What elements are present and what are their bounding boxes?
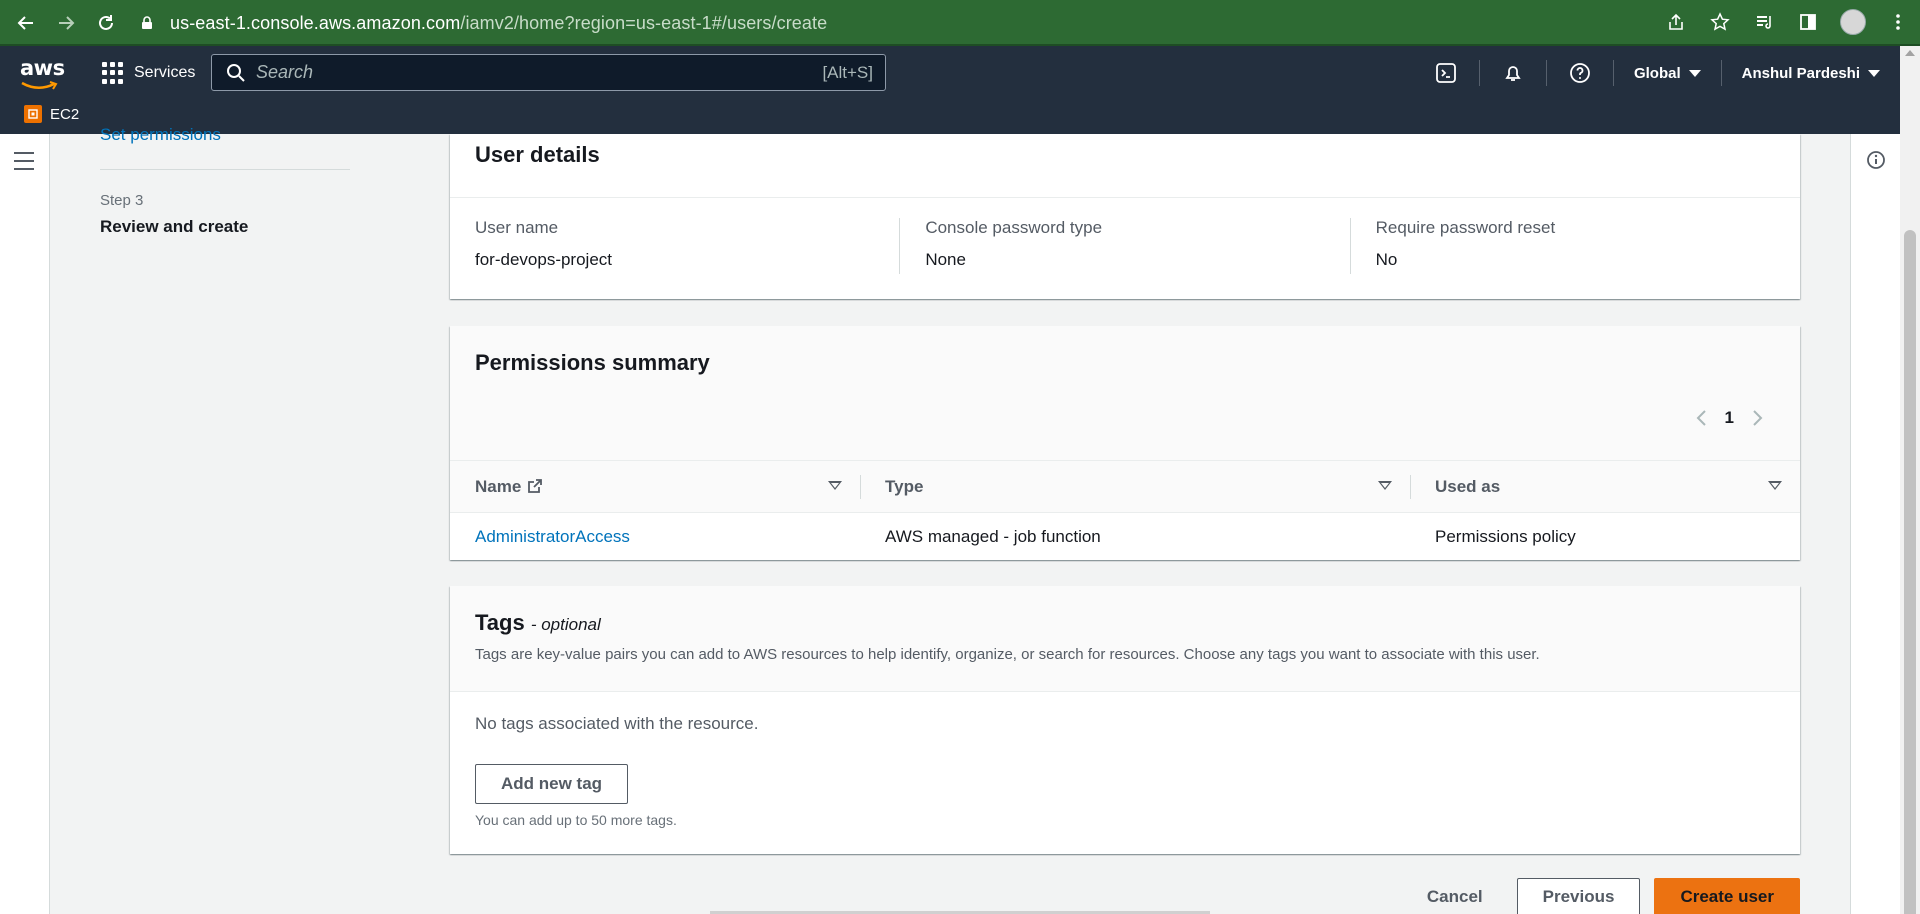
create-user-button[interactable]: Create user [1654,878,1800,914]
account-user-label: Anshul Pardeshi [1741,64,1860,82]
user-details-header: User details [450,134,1800,198]
region-label: Global [1633,64,1681,82]
more-menu-icon[interactable] [1886,10,1910,34]
ec2-service-icon [24,105,42,123]
reading-list-icon[interactable] [1752,10,1776,34]
field-value: None [925,250,966,269]
services-grid-icon [102,62,124,84]
hamburger-menu-icon[interactable] [14,152,34,176]
chevron-right-icon[interactable] [1750,408,1764,428]
favorite-ec2-label: EC2 [50,105,80,123]
column-header-label: Used as [1435,476,1501,496]
field-value: No [1375,250,1398,269]
url-host: us-east-1.console.aws.amazon.com [170,12,461,33]
side-panel-icon[interactable] [1796,10,1820,34]
url-text: us-east-1.console.aws.amazon.com/iamv2/h… [170,13,827,34]
aws-logo-text: aws [20,56,65,80]
tags-limit-hint: You can add up to 50 more tags. [475,812,677,828]
page-number[interactable]: 1 [1725,408,1734,428]
require-password-reset-field: Require password reset No [1349,218,1800,274]
tags-card: Tags - optional Tags are key-value pairs… [450,586,1800,854]
services-label: Services [134,64,196,81]
tags-empty-message: No tags associated with the resource. [475,714,759,733]
user-name-field: User name for-devops-project [450,218,899,274]
bookmark-star-icon[interactable] [1708,10,1732,34]
wizard-actions: Cancel Previous Create user [1407,878,1800,914]
field-value: for-devops-project [475,250,613,269]
chevron-down-icon [1868,69,1880,77]
permissions-summary-card: Permissions summary 1 Name Type Used as … [450,326,1800,560]
cancel-button[interactable]: Cancel [1407,879,1503,914]
sort-caret-icon[interactable] [1378,481,1392,490]
search-shortcut-hint: [Alt+S] [822,62,873,82]
browser-toolbar: us-east-1.console.aws.amazon.com/iamv2/h… [0,0,1920,46]
services-menu[interactable]: Services [102,62,195,84]
step-set-permissions-link[interactable]: Set permissions [100,125,350,145]
policy-type-cell: AWS managed - job function [885,526,1101,546]
forward-icon[interactable] [52,9,80,37]
column-header-name[interactable]: Name [450,460,860,513]
field-key: Console password type [925,218,1103,237]
tags-title-text: Tags [475,610,525,635]
cloudshell-icon[interactable] [1433,60,1459,86]
chevron-left-icon[interactable] [1695,408,1709,428]
sort-caret-icon[interactable] [828,481,842,490]
tags-title: Tags - optional [475,610,1775,636]
help-icon[interactable] [1567,60,1593,86]
profile-avatar[interactable] [1840,9,1866,35]
favorite-ec2[interactable]: EC2 [24,105,79,123]
page-scrollbar[interactable] [1900,46,1920,914]
address-bar[interactable]: us-east-1.console.aws.amazon.com/iamv2/h… [140,7,827,39]
search-input[interactable] [256,62,823,83]
field-key: User name [475,218,559,237]
right-tools-rail [1850,134,1900,914]
step-current-title: Review and create [100,217,249,236]
previous-button[interactable]: Previous [1516,878,1641,914]
account-menu[interactable]: Anshul Pardeshi [1742,65,1880,82]
field-key: Require password reset [1375,218,1556,237]
sort-caret-icon[interactable] [1768,481,1782,490]
policy-used-as-cell: Permissions policy [1435,526,1576,546]
column-header-label: Name [475,476,522,496]
table-row: AdministratorAccess AWS managed - job fu… [450,513,1800,561]
permissions-table: Name Type Used as AdministratorAccess AW… [450,460,1800,561]
tags-optional-label: - optional [530,615,601,634]
permissions-summary-title: Permissions summary [475,350,710,375]
url-path: /iamv2/home?region=us-east-1#/users/crea… [460,12,828,33]
console-password-type-field: Console password type None [899,218,1349,274]
scroll-thumb[interactable] [1904,230,1916,914]
region-selector[interactable]: Global [1634,65,1701,82]
column-header-label: Type [885,476,924,496]
left-nav-rail [0,134,50,914]
step-number-label: Step 3 [100,192,144,209]
steps-divider [100,169,350,170]
share-icon[interactable] [1664,10,1688,34]
column-header-type[interactable]: Type [860,460,1410,513]
lock-icon [142,16,152,29]
search-bar[interactable]: [Alt+S] [211,54,886,91]
aws-smile-icon [21,81,58,90]
user-details-card: User details User name for-devops-projec… [450,134,1800,299]
external-link-icon [528,478,543,493]
aws-top-navigation: aws Services [Alt+S] Global Anshul Parde… [0,46,1900,134]
search-icon [227,63,245,82]
reload-icon[interactable] [92,9,120,37]
tags-header: Tags - optional Tags are key-value pairs… [450,586,1800,692]
wizard-steps: Set permissions Step 3 Review and create [100,125,350,237]
scroll-up-arrow-icon[interactable] [1905,50,1915,56]
tags-description: Tags are key-value pairs you can add to … [475,646,1540,663]
user-details-title: User details [475,142,600,167]
notifications-bell-icon[interactable] [1500,60,1526,86]
chevron-down-icon [1688,69,1701,77]
back-icon[interactable] [12,9,40,37]
add-new-tag-button[interactable]: Add new tag [475,764,629,804]
pagination: 1 [1695,408,1764,428]
permissions-summary-header: Permissions summary 1 [450,326,1800,460]
policy-name-link[interactable]: AdministratorAccess [450,513,860,561]
info-icon[interactable] [1866,150,1886,170]
aws-logo[interactable]: aws [20,56,65,90]
column-header-used-as[interactable]: Used as [1410,460,1800,513]
